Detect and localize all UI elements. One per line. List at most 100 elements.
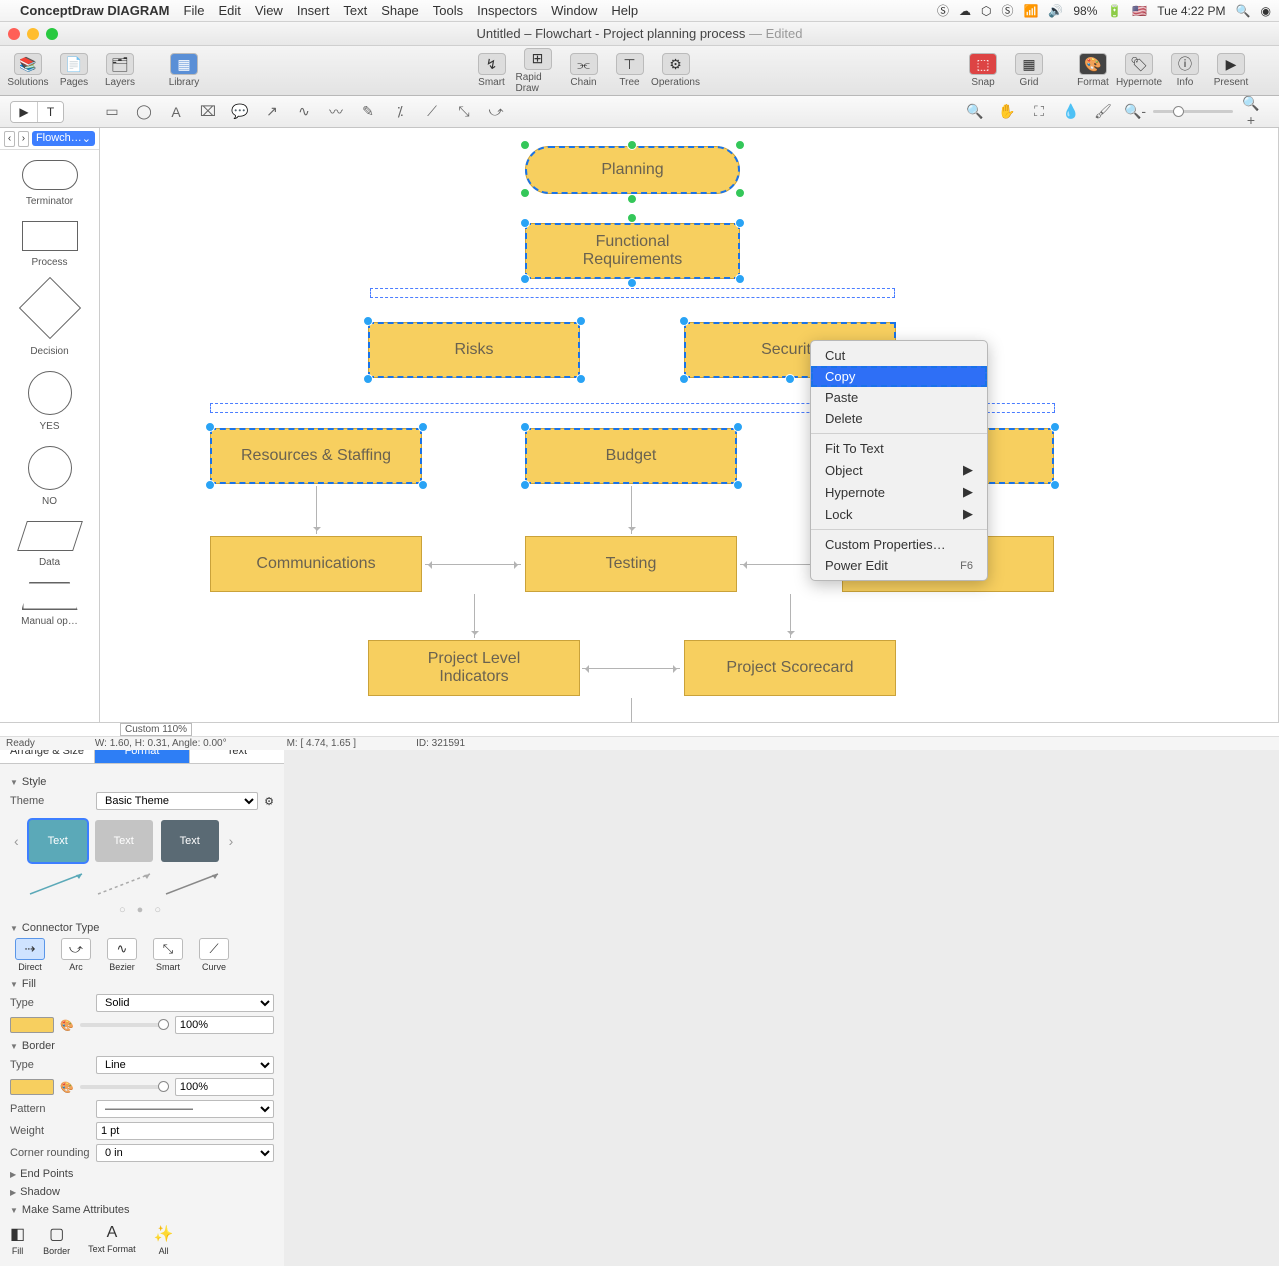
menu-view[interactable]: View <box>255 3 283 18</box>
same-fill[interactable]: ◧Fill <box>10 1224 25 1256</box>
pan-tool[interactable]: ✋ <box>995 103 1019 120</box>
spline-tool[interactable]: ∿ <box>292 103 316 120</box>
border-type-select[interactable]: Line <box>96 1056 274 1074</box>
handle[interactable] <box>735 274 745 284</box>
border-opacity-slider[interactable] <box>80 1085 169 1089</box>
tb-info[interactable]: ⓘInfo <box>1163 53 1207 88</box>
handle[interactable] <box>785 374 795 384</box>
conn-direct[interactable]: ⇢Direct <box>10 938 50 972</box>
connector-tool[interactable]: ⟋ <box>420 103 444 120</box>
callout-tool[interactable]: 💬 <box>228 103 252 120</box>
same-border[interactable]: ▢Border <box>43 1224 70 1256</box>
dropper-tool[interactable]: 💧 <box>1059 103 1083 120</box>
tb-hypernote[interactable]: 🏷Hypernote <box>1117 53 1161 88</box>
spotlight-icon[interactable]: 🔍 <box>1236 4 1251 18</box>
tb-pages[interactable]: 📄Pages <box>52 53 96 88</box>
handle[interactable] <box>733 422 743 432</box>
tb-tree[interactable]: ⊤Tree <box>608 48 652 94</box>
handle[interactable] <box>735 218 745 228</box>
handle[interactable] <box>733 480 743 490</box>
theme-prev[interactable]: ‹ <box>10 833 23 849</box>
text-tool[interactable]: T <box>37 102 63 122</box>
rect-tool[interactable]: ▭ <box>100 103 124 120</box>
conn-arc[interactable]: ⤻Arc <box>56 938 96 972</box>
section-connector[interactable]: Connector Type <box>10 922 274 934</box>
handle[interactable] <box>735 188 745 198</box>
node-testing[interactable]: Testing <box>525 536 737 592</box>
ctx-cut[interactable]: Cut <box>811 345 987 366</box>
palette-process[interactable]: Process <box>0 211 99 272</box>
tb-library[interactable]: ▦Library <box>162 53 206 88</box>
pointer-tool[interactable]: ▶ <box>11 102 37 122</box>
fill-color[interactable] <box>10 1017 54 1033</box>
line-style-3[interactable] <box>164 870 222 898</box>
conn-curve[interactable]: ⟋Curve <box>194 938 234 972</box>
handle[interactable] <box>520 218 530 228</box>
node-budget[interactable]: Budget <box>525 428 737 484</box>
menu-window[interactable]: Window <box>551 3 597 18</box>
node-risks[interactable]: Risks <box>368 322 580 378</box>
border-opacity-input[interactable] <box>175 1078 274 1096</box>
palette-breadcrumb[interactable]: Flowch…⌄ <box>32 131 95 146</box>
conn-bezier[interactable]: ∿Bezier <box>102 938 142 972</box>
palette-fwd[interactable]: › <box>18 131 29 147</box>
bezier-tool[interactable]: 〰 <box>324 102 348 122</box>
section-fill[interactable]: Fill <box>10 978 274 990</box>
textbox-tool[interactable]: ⌧ <box>196 103 220 120</box>
palette-back[interactable]: ‹ <box>4 131 15 147</box>
theme-card-1[interactable]: Text <box>29 820 87 862</box>
handle[interactable] <box>205 480 215 490</box>
menu-tools[interactable]: Tools <box>433 3 463 18</box>
handle[interactable] <box>627 140 637 150</box>
fill-opacity-input[interactable] <box>175 1016 274 1034</box>
section-make-same[interactable]: Make Same Attributes <box>10 1204 274 1216</box>
node-pli[interactable]: Project Level Indicators <box>368 640 580 696</box>
handle[interactable] <box>520 188 530 198</box>
theme-next[interactable]: › <box>225 833 238 849</box>
minimize-button[interactable] <box>27 28 39 40</box>
tb-grid[interactable]: ▦Grid <box>1007 53 1051 88</box>
canvas[interactable]: Planning Functional Requirements Risks S… <box>100 128 1279 738</box>
handle[interactable] <box>627 213 637 223</box>
node-resources[interactable]: Resources & Staffing <box>210 428 422 484</box>
pen-tool[interactable]: ✎ <box>356 103 380 120</box>
zoom-out-icon[interactable]: 🔍- <box>1123 103 1147 120</box>
menu-text[interactable]: Text <box>343 3 367 18</box>
ctx-paste[interactable]: Paste <box>811 387 987 408</box>
eyedropper-tool[interactable]: ⁒ <box>388 103 412 120</box>
handle[interactable] <box>627 194 637 204</box>
palette-decision[interactable]: Decision <box>0 272 99 361</box>
border-weight-input[interactable] <box>96 1122 274 1140</box>
handle[interactable] <box>418 422 428 432</box>
theme-card-3[interactable]: Text <box>161 820 219 862</box>
palette-no[interactable]: NO <box>0 436 99 511</box>
theme-select[interactable]: Basic Theme <box>96 792 258 810</box>
traffic-lights[interactable] <box>8 28 58 40</box>
palette-data[interactable]: Data <box>0 511 99 572</box>
arc-connector-tool[interactable]: ⤻ <box>484 103 508 120</box>
palette-terminator[interactable]: Terminator <box>0 150 99 211</box>
menu-insert[interactable]: Insert <box>297 3 330 18</box>
handle[interactable] <box>679 316 689 326</box>
gear-icon[interactable]: ⚙ <box>264 795 274 808</box>
palette-yes[interactable]: YES <box>0 361 99 436</box>
tb-solutions[interactable]: 📚Solutions <box>6 53 50 88</box>
zoom-combo[interactable]: Custom 110% <box>120 723 192 736</box>
ctx-hypernote[interactable]: Hypernote▶ <box>811 481 987 503</box>
handle[interactable] <box>1050 480 1060 490</box>
handle[interactable] <box>520 274 530 284</box>
tb-format[interactable]: 🎨Format <box>1071 53 1115 88</box>
node-funcreq[interactable]: Functional Requirements <box>525 223 740 279</box>
handle[interactable] <box>627 278 637 288</box>
section-style[interactable]: Style <box>10 776 274 788</box>
node-comms[interactable]: Communications <box>210 536 422 592</box>
ctx-copy[interactable]: Copy <box>811 366 987 387</box>
conn-smart[interactable]: ⤡Smart <box>148 938 188 972</box>
handle[interactable] <box>363 374 373 384</box>
handle[interactable] <box>520 140 530 150</box>
menu-help[interactable]: Help <box>611 3 638 18</box>
node-planning[interactable]: Planning <box>525 146 740 194</box>
tb-smart[interactable]: ↯Smart <box>470 48 514 94</box>
app-name[interactable]: ConceptDraw DIAGRAM <box>20 3 170 18</box>
tb-operations[interactable]: ⚙Operations <box>654 48 698 94</box>
